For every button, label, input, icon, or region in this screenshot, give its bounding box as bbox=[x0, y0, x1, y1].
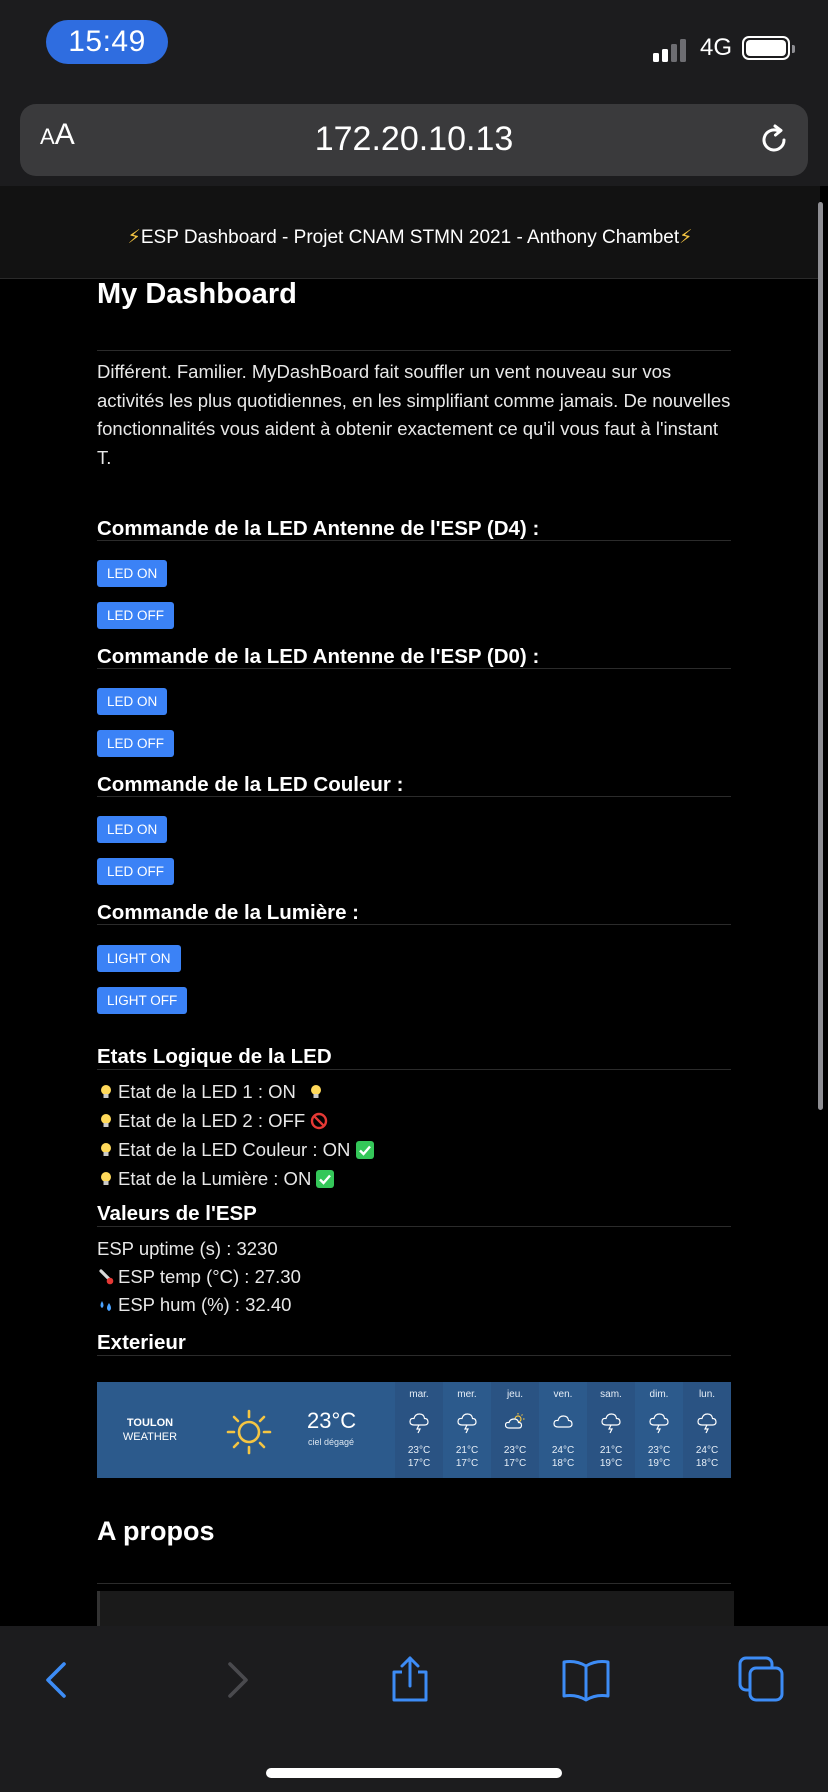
rain-cloud-icon bbox=[409, 1413, 429, 1434]
led-d4-on-button[interactable]: LED ON bbox=[97, 560, 168, 587]
divider bbox=[97, 1226, 731, 1227]
led-d0-off-button[interactable]: LED OFF bbox=[97, 730, 175, 757]
forecast-day: dim. 23°C 19°C bbox=[647, 1389, 671, 1469]
forecast-day: mar. 23°C 17°C bbox=[395, 1382, 443, 1478]
address-bar[interactable]: AA 172.20.10.13 bbox=[20, 104, 808, 176]
home-indicator bbox=[266, 1768, 562, 1778]
reload-icon[interactable] bbox=[756, 122, 792, 158]
forecast-day: jeu. 23°C 17°C bbox=[491, 1382, 539, 1478]
divider bbox=[97, 1069, 731, 1070]
led-color-on-button[interactable]: LED ON bbox=[97, 816, 168, 843]
bookmarks-icon[interactable] bbox=[560, 1654, 612, 1706]
state-light: Etat de la Lumière : ON bbox=[97, 1168, 337, 1190]
url-text[interactable]: 172.20.10.13 bbox=[20, 120, 808, 159]
state-led-color: Etat de la LED Couleur : ON bbox=[97, 1139, 377, 1161]
tabs-icon[interactable] bbox=[736, 1654, 788, 1706]
weather-widget[interactable]: TOULON WEATHER 23°C ciel dégagé mar. 23°… bbox=[97, 1382, 731, 1478]
rain-cloud-icon bbox=[697, 1413, 717, 1434]
lightning-icon: ⚡ bbox=[127, 227, 141, 248]
divider bbox=[97, 1583, 731, 1584]
safari-bottom-toolbar bbox=[0, 1626, 828, 1792]
control-title-led-d4: Commande de la LED Antenne de l'ESP (D4)… bbox=[97, 517, 540, 540]
forecast-day: ven. 24°C 18°C bbox=[551, 1389, 575, 1469]
state-led1: Etat de la LED 1 : ON bbox=[97, 1081, 328, 1103]
forecast-day: sam. 21°C 19°C bbox=[587, 1382, 635, 1478]
rain-cloud-icon bbox=[649, 1413, 669, 1434]
forward-icon[interactable] bbox=[210, 1654, 262, 1706]
esp-uptime: ESP uptime (s) : 3230 bbox=[97, 1238, 278, 1259]
divider bbox=[97, 924, 731, 925]
divider bbox=[97, 350, 731, 351]
divider bbox=[97, 668, 731, 669]
weather-city: TOULON WEATHER bbox=[122, 1417, 178, 1443]
water-drops-icon bbox=[100, 1301, 111, 1311]
check-mark-icon bbox=[355, 1141, 374, 1159]
current-description: ciel dégagé bbox=[308, 1437, 355, 1447]
about-title: A propos bbox=[97, 1516, 215, 1546]
safari-top-chrome: 15:49 4G AA 172.20.10.13 bbox=[0, 0, 828, 186]
page-title: My Dashboard bbox=[97, 278, 297, 310]
exterior-title: Exterieur bbox=[97, 1331, 186, 1354]
partly-sunny-icon bbox=[505, 1413, 525, 1429]
site-header: ⚡ESP Dashboard - Projet CNAM STMN 2021 -… bbox=[0, 186, 820, 279]
divider bbox=[97, 540, 731, 541]
forecast-day: mer. 21°C 17°C bbox=[455, 1389, 479, 1469]
state-led2: Etat de la LED 2 : OFF bbox=[97, 1110, 331, 1132]
lightbulb-icon bbox=[101, 1143, 111, 1156]
control-title-led-color: Commande de la LED Couleur : bbox=[97, 773, 404, 796]
battery-icon bbox=[742, 36, 795, 60]
check-mark-icon bbox=[316, 1170, 335, 1188]
share-icon[interactable] bbox=[384, 1654, 436, 1706]
signal-strength-icon bbox=[653, 36, 691, 62]
light-on-button[interactable]: LIGHT ON bbox=[97, 945, 181, 972]
forecast-day: lun. 24°C 18°C bbox=[683, 1382, 731, 1478]
site-header-title: ESP Dashboard - Projet CNAM STMN 2021 - … bbox=[140, 227, 680, 248]
prohibited-icon bbox=[311, 1112, 328, 1130]
led-color-off-button[interactable]: LED OFF bbox=[97, 858, 175, 885]
control-title-led-d0: Commande de la LED Antenne de l'ESP (D0)… bbox=[97, 645, 540, 668]
back-icon[interactable] bbox=[32, 1654, 84, 1706]
rain-cloud-icon bbox=[601, 1413, 621, 1434]
lightbulb-icon bbox=[101, 1114, 111, 1127]
lightbulb-icon bbox=[101, 1085, 111, 1098]
web-page: ⚡ESP Dashboard - Projet CNAM STMN 2021 -… bbox=[0, 186, 828, 1626]
control-title-light: Commande de la Lumière : bbox=[97, 901, 360, 924]
divider bbox=[97, 796, 731, 797]
sun-icon bbox=[226, 1409, 272, 1455]
esp-temp: ESP temp (°C) : 27.30 bbox=[97, 1266, 301, 1288]
network-type: 4G bbox=[700, 34, 733, 61]
lightbulb-icon bbox=[101, 1172, 111, 1185]
divider bbox=[97, 1355, 731, 1356]
light-off-button[interactable]: LIGHT OFF bbox=[97, 987, 188, 1014]
cloud-icon bbox=[553, 1415, 573, 1428]
about-content-box bbox=[97, 1591, 734, 1626]
intro-paragraph: Différent. Familier. MyDashBoard fait so… bbox=[97, 361, 731, 468]
lightning-icon: ⚡ bbox=[679, 227, 693, 248]
esp-hum: ESP hum (%) : 32.40 bbox=[97, 1294, 291, 1316]
esp-values-title: Valeurs de l'ESP bbox=[97, 1202, 257, 1225]
lightbulb-icon bbox=[311, 1085, 322, 1098]
led-d4-off-button[interactable]: LED OFF bbox=[97, 602, 175, 629]
states-title: Etats Logique de la LED bbox=[97, 1045, 332, 1068]
status-time: 15:49 bbox=[46, 20, 168, 64]
thermometer-icon bbox=[99, 1269, 114, 1285]
rain-cloud-icon bbox=[457, 1413, 477, 1434]
current-temperature: 23°C bbox=[307, 1408, 357, 1433]
page-scrollbar[interactable] bbox=[818, 202, 823, 1110]
led-d0-on-button[interactable]: LED ON bbox=[97, 688, 168, 715]
